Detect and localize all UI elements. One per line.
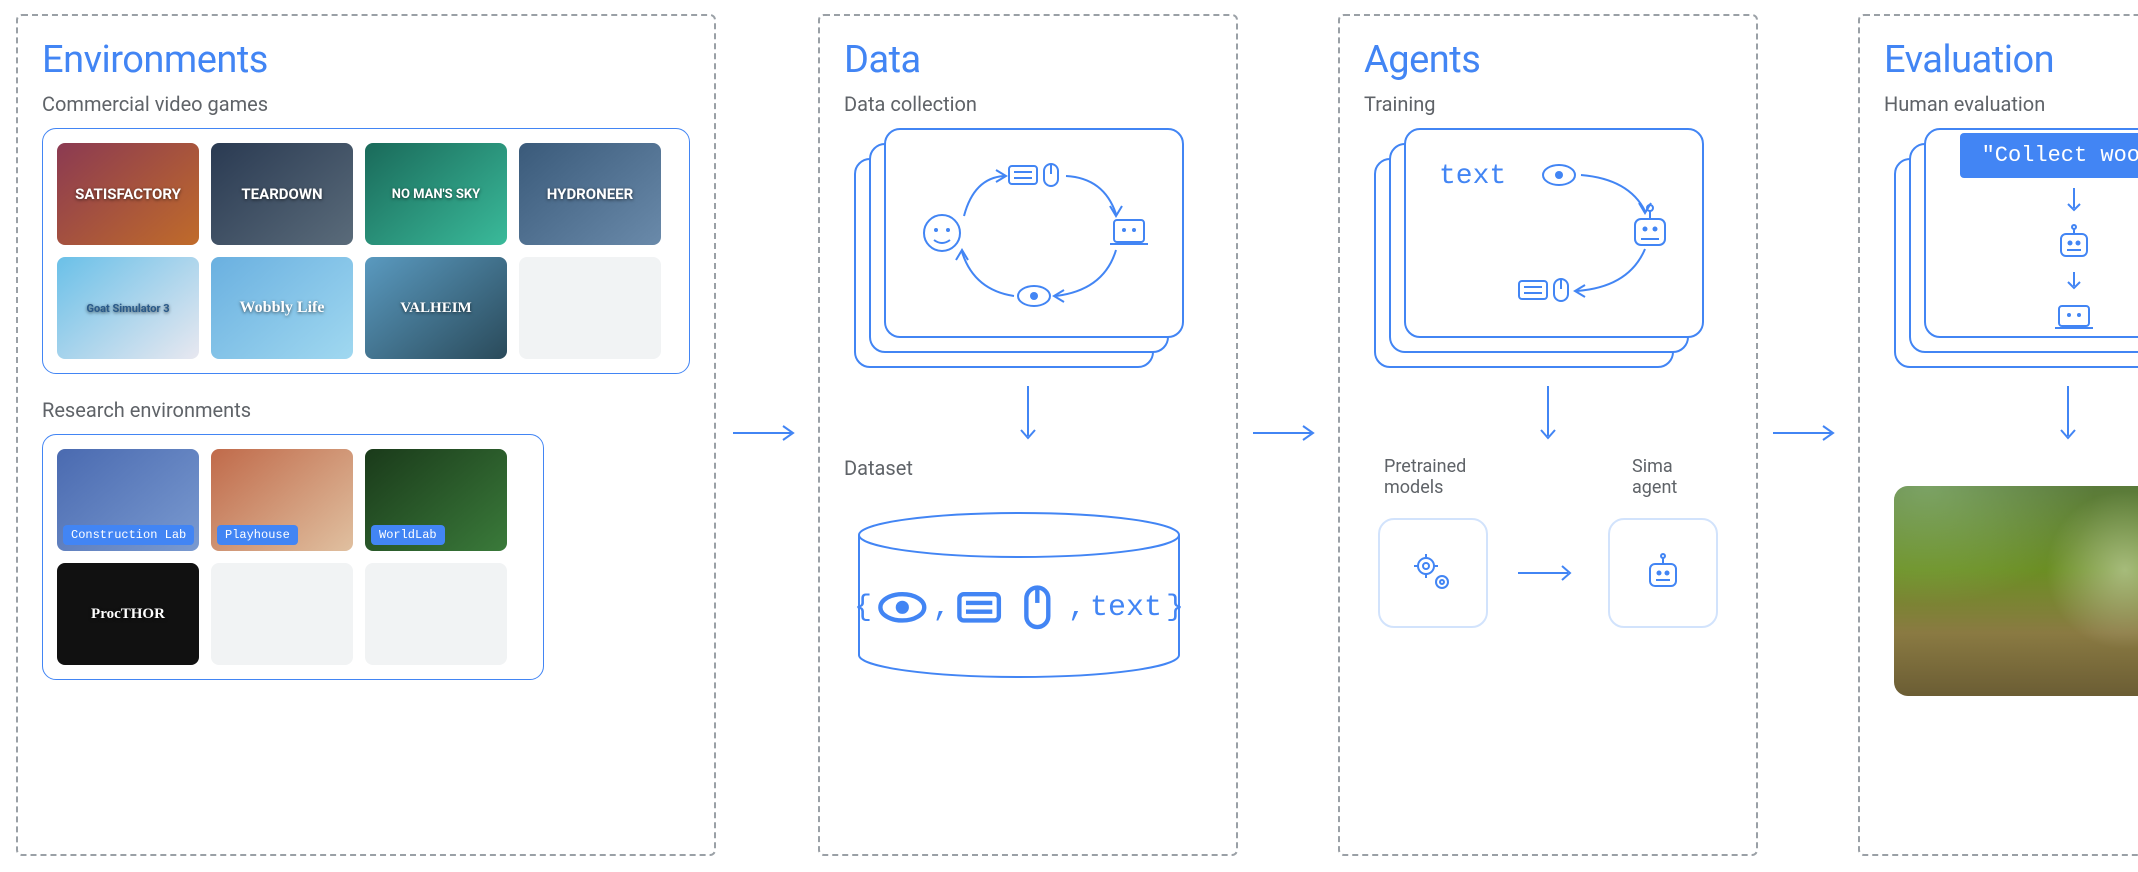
research-thumb: Playhouse xyxy=(211,449,353,551)
eval-task-badge: "Collect wood" xyxy=(1960,133,2138,178)
dataset-cylinder: { , , text } xyxy=(854,510,1184,680)
agents-title: Agents xyxy=(1364,38,1732,82)
research-thumb-empty xyxy=(365,563,507,665)
research-thumb: Construction Lab xyxy=(57,449,199,551)
environments-title: Environments xyxy=(42,38,690,82)
game-thumb: HYDRONEER xyxy=(519,143,661,245)
game-thumb-empty xyxy=(519,257,661,359)
game-thumb: TEARDOWN xyxy=(211,143,353,245)
down-arrow-icon xyxy=(2066,272,2082,292)
gamepad-icon xyxy=(2053,302,2095,334)
sima-label: Sima agent xyxy=(1632,456,1712,498)
down-arrow-icon xyxy=(1364,386,1732,450)
dataset-label: Dataset xyxy=(844,456,1212,480)
game-thumb: VALHEIM xyxy=(365,257,507,359)
stage-arrow-icon xyxy=(733,432,803,434)
data-collection-label: Data collection xyxy=(844,92,1212,116)
agents-row xyxy=(1364,518,1732,628)
agents-sublabels: Pretrained models Sima agent xyxy=(1364,456,1732,498)
research-thumb: WorldLab xyxy=(365,449,507,551)
research-label: Research environments xyxy=(42,398,690,422)
gears-icon xyxy=(1408,548,1458,598)
data-loop-icon xyxy=(904,148,1164,318)
pretrained-card xyxy=(1378,518,1488,628)
stage-arrow-icon xyxy=(1773,432,1843,434)
dataset-content: { , , text } xyxy=(854,581,1184,634)
sima-card xyxy=(1608,518,1718,628)
game-screenshot xyxy=(1894,486,2138,696)
evaluation-stack: "Collect wood" xyxy=(1894,128,2138,368)
down-arrow-icon xyxy=(2066,188,2082,214)
agents-panel: Agents Training text Pretrained models S… xyxy=(1338,14,1758,856)
commercial-games-card: SATISFACTORY TEARDOWN NO MAN'S SKY HYDRO… xyxy=(42,128,690,374)
text-label: text xyxy=(1439,161,1506,192)
commercial-label: Commercial video games xyxy=(42,92,690,116)
training-loop-icon: text xyxy=(1419,143,1689,323)
robot-icon xyxy=(2053,224,2095,262)
data-title: Data xyxy=(844,38,1212,82)
training-label: Training xyxy=(1364,92,1732,116)
game-thumb: SATISFACTORY xyxy=(57,143,199,245)
environments-panel: Environments Commercial video games SATI… xyxy=(16,14,716,856)
robot-icon xyxy=(1638,548,1688,598)
mouse-icon xyxy=(1011,581,1064,634)
data-collection-stack xyxy=(854,128,1184,368)
stage-arrow-icon xyxy=(1253,432,1323,434)
down-arrow-icon xyxy=(1884,386,2138,450)
research-envs-card: Construction Lab Playhouse WorldLab Proc… xyxy=(42,434,544,680)
eval-flow: "Collect wood" xyxy=(1960,133,2138,334)
arrow-right-icon xyxy=(1518,563,1578,583)
evaluation-title: Evaluation xyxy=(1884,38,2138,82)
pretrained-label: Pretrained models xyxy=(1384,456,1504,498)
commercial-games-grid: SATISFACTORY TEARDOWN NO MAN'S SKY HYDRO… xyxy=(57,143,675,359)
game-thumb: Goat Simulator 3 xyxy=(57,257,199,359)
eye-icon xyxy=(876,581,929,634)
game-thumb: Wobbly Life xyxy=(211,257,353,359)
down-arrow-icon xyxy=(844,386,1212,450)
research-envs-grid: Construction Lab Playhouse WorldLab Proc… xyxy=(57,449,529,665)
data-panel: Data Data collection Datase xyxy=(818,14,1238,856)
research-thumb-empty xyxy=(211,563,353,665)
human-eval-label: Human evaluation xyxy=(1884,92,2138,116)
keyboard-icon xyxy=(955,581,1008,634)
research-thumb: ProcTHOR xyxy=(57,563,199,665)
evaluation-panel: Evaluation Human evaluation "Collect woo… xyxy=(1858,14,2138,856)
training-stack: text xyxy=(1374,128,1704,368)
game-thumb: NO MAN'S SKY xyxy=(365,143,507,245)
